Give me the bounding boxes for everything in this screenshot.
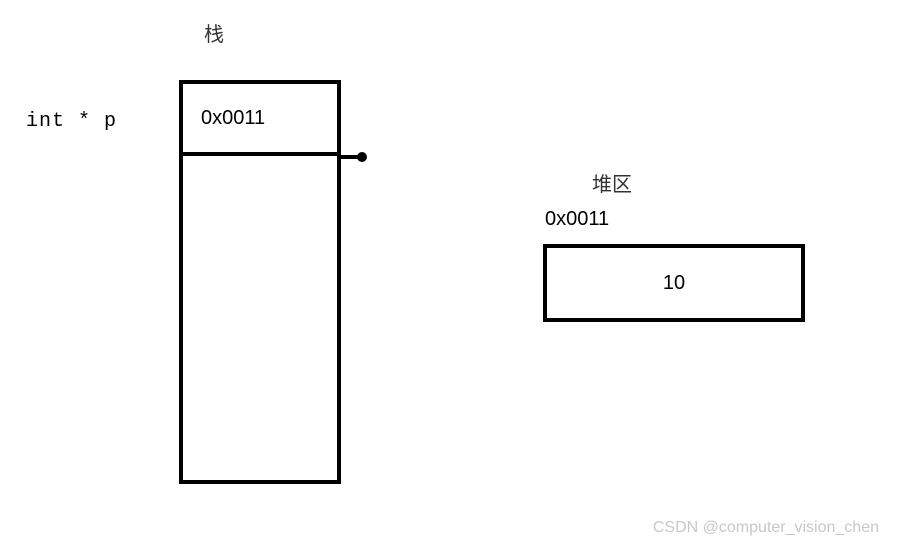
heap-title: 堆区: [592, 168, 632, 197]
stack-pointer-tick: [341, 155, 363, 159]
pointer-variable-label: int * p: [26, 110, 117, 133]
stack-title: 栈: [204, 18, 224, 47]
heap-address-label: 0x0011: [545, 208, 609, 231]
heap-cell: 10: [543, 244, 805, 322]
stack-top-cell: 0x0011: [179, 80, 341, 156]
heap-cell-value: 10: [663, 272, 685, 295]
stack-cell-value: 0x0011: [201, 107, 265, 130]
watermark-text: CSDN @computer_vision_chen: [653, 519, 879, 537]
